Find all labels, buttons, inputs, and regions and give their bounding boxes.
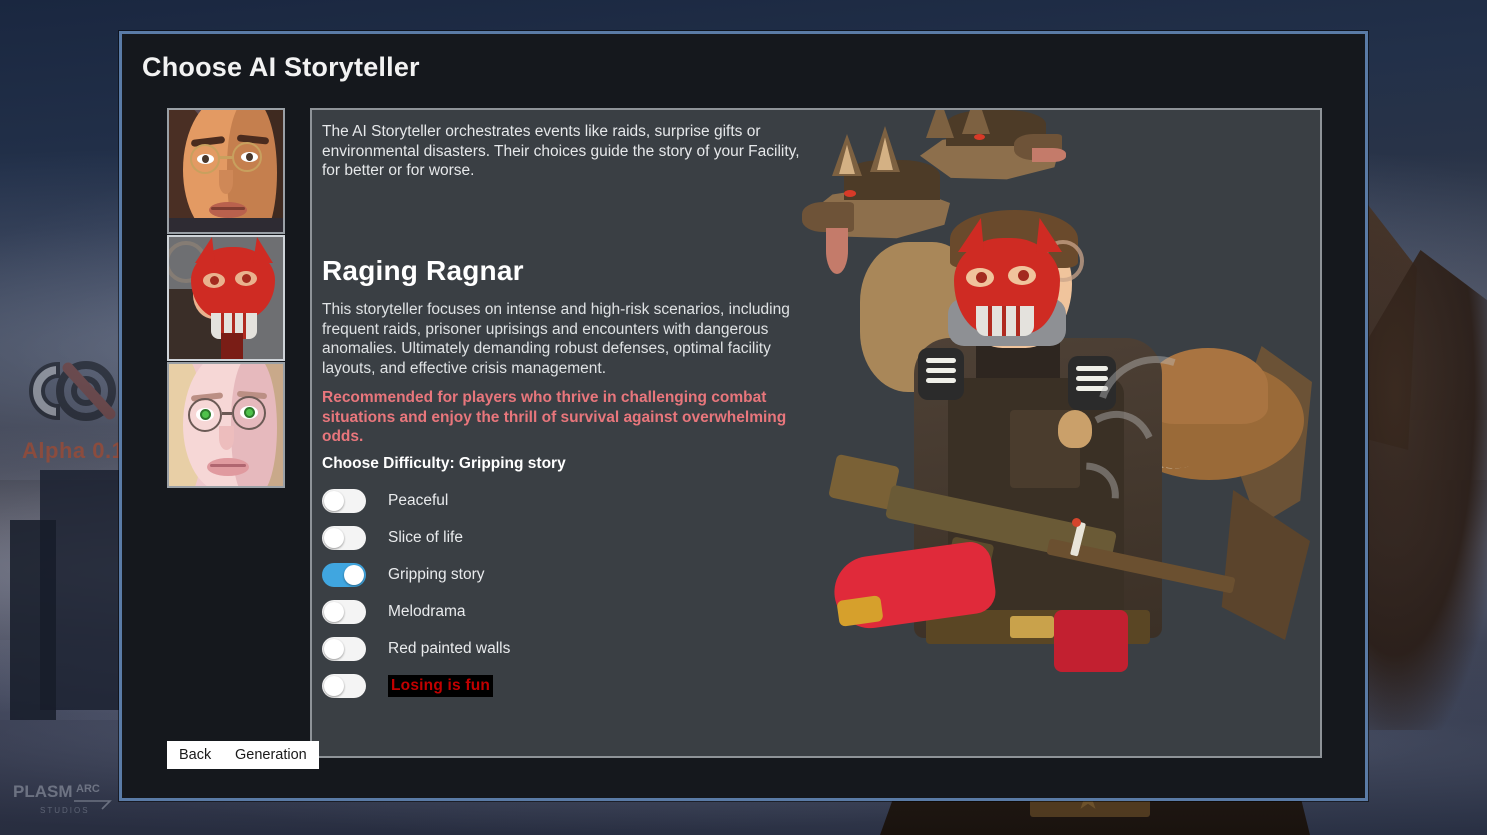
difficulty-option-red-painted-walls[interactable]: Red painted walls [322,630,510,667]
difficulty-option-losing-is-fun[interactable]: Losing is fun [322,667,510,704]
hero-belt-buckle [1010,616,1054,638]
difficulty-option-gripping-story[interactable]: Gripping story [322,556,510,593]
wolf-tail-lower-right [1221,490,1310,640]
storyteller-name: Raging Ragnar [322,255,524,286]
hero-teeth-gap-3 [1016,306,1020,336]
dialog-title: Choose AI Storyteller [142,52,420,82]
difficulty-toggle-losing-is-fun[interactable] [322,673,366,698]
difficulty-option-label: Red painted walls [388,639,511,657]
studio-watermark-logo: PLASM ARC STUDIOS [13,782,112,815]
storyteller-content-panel: The AI Storyteller orchestrates events l… [310,108,1322,758]
hero-teeth-gap-1 [988,306,992,336]
storyteller-portrait-2[interactable] [167,235,285,361]
difficulty-option-label: Gripping story [388,565,485,583]
difficulty-option-peaceful[interactable]: Peaceful [322,482,510,519]
portrait-1-illustration [169,110,283,232]
difficulty-option-slice-of-life[interactable]: Slice of life [322,519,510,556]
wolf-tongue-left [826,228,848,274]
difficulty-toggle-gripping-story[interactable] [322,562,366,587]
storyteller-description: This storyteller focuses on intense and … [322,301,790,377]
svg-text:PLASM: PLASM [13,782,73,801]
choose-storyteller-dialog: Choose AI Storyteller The AI Storyteller… [119,31,1368,801]
alpha-version-label: Alpha 0.1 [22,438,125,463]
difficulty-toggle-melodrama[interactable] [322,599,366,624]
difficulty-option-label: Losing is fun [388,674,494,697]
toggle-knob [324,527,344,548]
toggle-knob [344,564,364,585]
back-button[interactable]: Back [167,741,224,769]
portrait-3-illustration [169,364,283,486]
hero-eye-left [976,272,987,283]
toggle-knob [324,638,344,659]
storyteller-portrait-3[interactable] [167,362,285,488]
difficulty-toggle-peaceful[interactable] [322,488,366,513]
difficulty-options-list: Peaceful Slice of life Gripping story Me… [322,482,510,704]
hero-glove-left [918,348,964,400]
difficulty-option-label: Slice of life [388,528,463,546]
storyteller-intro-text: The AI Storyteller orchestrates events l… [322,123,800,179]
svg-text:STUDIOS: STUDIOS [40,806,90,815]
generation-button[interactable]: Generation [223,741,319,769]
hero-red-pouch [1054,610,1128,672]
glove-bone-r2 [1076,376,1108,381]
raging-ragnar-artwork [796,110,1320,758]
toggle-knob [324,490,344,511]
difficulty-option-label: Peaceful [388,491,449,509]
glove-bone-l2 [926,368,956,373]
toggle-knob [324,675,344,696]
difficulty-option-melodrama[interactable]: Melodrama [322,593,510,630]
background-structure-2 [10,520,56,720]
glove-bone-l1 [926,358,956,363]
storyteller-portrait-1[interactable] [167,108,285,234]
svg-text:ARC: ARC [76,783,100,795]
hero-eye-right [1018,270,1029,281]
glove-bone-r1 [1076,366,1108,371]
difficulty-toggle-red-painted-walls[interactable] [322,636,366,661]
glove-bone-l3 [926,378,956,383]
toggle-knob [324,601,344,622]
wolf-eye-top [974,134,985,140]
difficulty-toggle-slice-of-life[interactable] [322,525,366,550]
storyteller-portrait-list [167,108,285,489]
hero-teeth-gap-2 [1002,306,1006,336]
portrait-2-illustration [169,237,283,359]
difficulty-option-label: Melodrama [388,602,466,620]
storyteller-recommendation: Recommended for players who thrive in ch… [322,389,787,446]
wolf-eye-left [844,190,856,197]
difficulty-label: Choose Difficulty: Gripping story [322,455,566,472]
game-logo-icon [29,361,116,421]
wolf-tongue-top [1032,148,1066,162]
